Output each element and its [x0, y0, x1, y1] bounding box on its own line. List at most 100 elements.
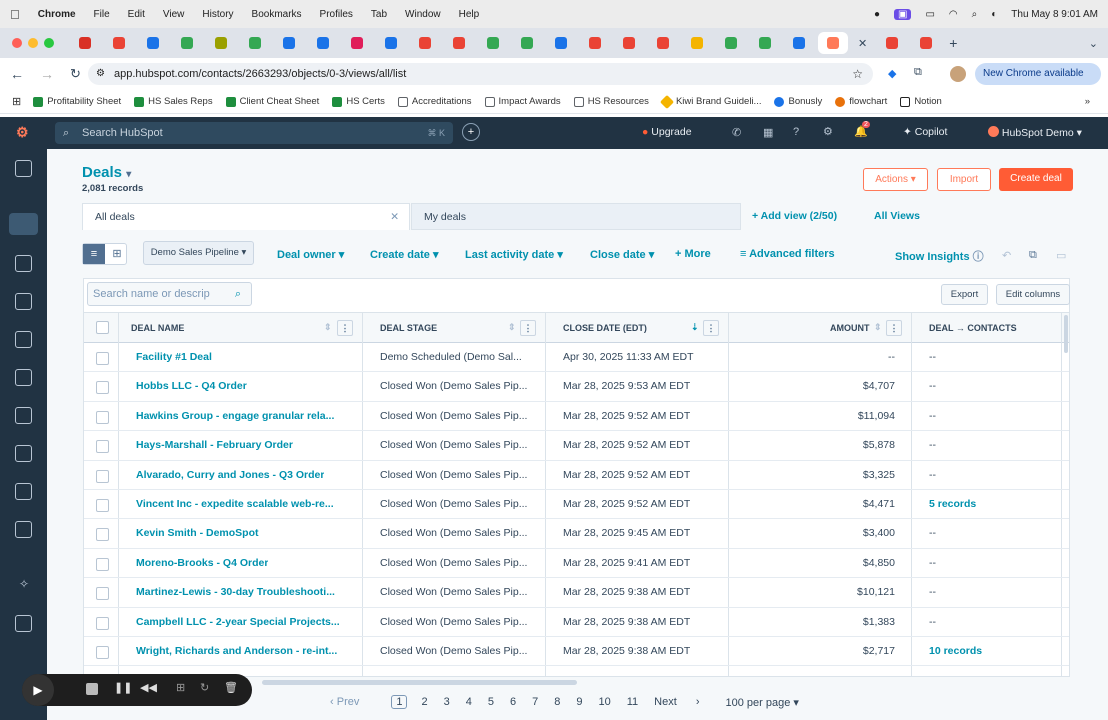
bookmark-star-icon[interactable]: ☆ [852, 63, 863, 85]
browser-tab[interactable] [682, 32, 712, 54]
browser-tab[interactable] [784, 32, 814, 54]
table-row[interactable]: Moreno-Brooks - Q4 Order Closed Won (Demo… [84, 549, 1069, 579]
commerce-icon[interactable] [15, 369, 32, 386]
horizontal-scrollbar[interactable] [262, 680, 577, 685]
sort-icon[interactable]: ⇕ [324, 322, 332, 333]
menu-clock[interactable]: Thu May 8 9:01 AM [1011, 9, 1098, 20]
bookmark-item[interactable]: HS Sales Reps [134, 96, 213, 107]
menu-tab[interactable]: Tab [371, 9, 387, 20]
content-icon[interactable] [15, 293, 32, 310]
menu-bookmarks[interactable]: Bookmarks [252, 9, 302, 20]
contacts-link[interactable]: 10 records [929, 637, 982, 666]
page-8-button[interactable]: 8 [554, 696, 560, 708]
stop-icon[interactable] [86, 683, 98, 695]
back-icon[interactable]: ← [10, 66, 24, 82]
camera-icon[interactable]: ▶ [22, 674, 54, 706]
apps-grid-icon[interactable]: ⊞ [12, 95, 21, 108]
table-row[interactable]: Campbell LLC - 2-year Special Projects..… [84, 608, 1069, 637]
page-3-button[interactable]: 3 [444, 696, 450, 708]
page-7-button[interactable]: 7 [532, 696, 538, 708]
per-page-select[interactable]: 100 per page ▾ [726, 696, 799, 709]
sales-icon[interactable] [15, 331, 32, 348]
address-bar[interactable]: ⚙ app.hubspot.com/contacts/2663293/objec… [88, 63, 873, 85]
page-title[interactable]: Deals ▾ [82, 164, 131, 181]
row-checkbox[interactable] [96, 646, 109, 659]
more-filters-button[interactable]: + More [675, 248, 711, 260]
pause-icon[interactable]: ❚❚ [114, 681, 132, 694]
table-row[interactable]: Facility #1 Deal Demo Scheduled (Demo Sal… [84, 343, 1069, 373]
browser-tab[interactable] [546, 32, 576, 54]
more-bookmarks-icon[interactable]: » [1085, 96, 1090, 107]
close-tab-icon[interactable]: ✕ [390, 204, 399, 231]
phone-icon[interactable]: ✆ [732, 126, 741, 139]
page-4-button[interactable]: 4 [466, 696, 472, 708]
hubspot-logo-icon[interactable]: ⚙ [16, 124, 29, 141]
browser-tab[interactable] [274, 32, 304, 54]
add-icon[interactable]: + [462, 123, 480, 141]
tab-my-deals[interactable]: My deals [411, 203, 741, 230]
undo-icon[interactable]: ↶ [1002, 249, 1011, 262]
column-header-close-date[interactable]: CLOSE DATE (EDT) [563, 313, 647, 343]
select-all-checkbox[interactable] [96, 321, 109, 334]
restart-icon[interactable]: ↻ [200, 681, 209, 694]
deal-name-link[interactable]: Kevin Smith - DemoSpot [136, 519, 259, 548]
list-view-icon[interactable]: ≡ [83, 244, 105, 264]
settings-gear-icon[interactable]: ⚙ [823, 125, 833, 138]
edit-columns-button[interactable]: Edit columns [996, 284, 1070, 305]
copy-view-icon[interactable]: ⧉ [1029, 249, 1037, 262]
browser-tab[interactable] [580, 32, 610, 54]
marketplace-icon[interactable]: ▦ [763, 126, 773, 139]
browser-tab[interactable] [172, 32, 202, 54]
deal-name-link[interactable]: Hobbs LLC - Q4 Order [136, 372, 247, 401]
search-icon[interactable]: ⌕ [972, 9, 978, 20]
table-row[interactable]: Hays-Marshall - February Order Closed Won… [84, 431, 1069, 461]
deal-name-link[interactable]: Facility #1 Deal [136, 343, 212, 372]
data-management-icon[interactable] [15, 445, 32, 462]
bookmark-item[interactable]: Notion [900, 96, 942, 107]
browser-tab[interactable] [104, 32, 134, 54]
row-checkbox[interactable] [96, 440, 109, 454]
browser-tab[interactable] [877, 32, 907, 54]
save-view-icon[interactable]: ▭ [1056, 249, 1066, 262]
board-view-icon[interactable]: ⊞ [107, 244, 127, 264]
sort-descending-icon[interactable]: ⇣ [691, 322, 699, 333]
browser-tab[interactable] [138, 32, 168, 54]
actions-button[interactable]: Actions ▾ [863, 168, 928, 191]
collapse-sidebar-icon[interactable]: ✧ [19, 577, 29, 591]
wifi-icon[interactable]: ◠ [949, 9, 958, 20]
column-header-deal-name[interactable]: DEAL NAME [131, 313, 184, 343]
page-1-button[interactable]: 1 [391, 695, 408, 709]
extension-icon[interactable]: ◆ [888, 67, 896, 80]
contacts-link[interactable]: 5 records [929, 490, 976, 519]
page-11-button[interactable]: 11 [627, 696, 638, 708]
account-menu[interactable]: HubSpot Demo ▾ [988, 126, 1082, 139]
pipeline-select[interactable]: Demo Sales Pipeline ▾ [143, 241, 254, 265]
trash-icon[interactable]: 🗑 [224, 681, 238, 694]
upgrade-button[interactable]: ● Upgrade [642, 126, 692, 138]
row-checkbox[interactable] [96, 616, 109, 630]
bookmark-item[interactable]: Kiwi Brand Guideli... [659, 94, 761, 109]
sort-icon[interactable]: ⇕ [508, 322, 516, 333]
close-window-button[interactable] [12, 38, 22, 48]
browser-tab-active[interactable] [818, 32, 848, 54]
reload-icon[interactable]: ↻ [70, 66, 81, 82]
deal-name-link[interactable]: Hawkins Group - engage granular rela... [136, 402, 334, 431]
bookmarks-icon[interactable] [15, 160, 32, 177]
table-row[interactable]: Martinez-Lewis - 30-day Troubleshooti...… [84, 578, 1069, 608]
column-header-deal-stage[interactable]: DEAL STAGE [380, 313, 437, 343]
row-checkbox[interactable] [96, 528, 109, 542]
copilot-button[interactable]: ✦ Copilot [903, 126, 947, 138]
page-10-button[interactable]: 10 [598, 696, 610, 708]
bookmark-item[interactable]: Client Cheat Sheet [225, 96, 319, 107]
browser-tab[interactable] [206, 32, 236, 54]
row-checkbox[interactable] [96, 469, 109, 483]
browser-tab[interactable] [648, 32, 678, 54]
table-row[interactable]: Vincent Inc - expedite scalable web-re..… [84, 490, 1069, 520]
table-row[interactable]: Hobbs LLC - Q4 Order Closed Won (Demo Sal… [84, 372, 1069, 402]
table-search-input[interactable]: Search name or descrip ⌕ [87, 282, 252, 306]
help-icon[interactable]: ? [793, 126, 799, 138]
extensions-icon[interactable]: ⧉ [914, 66, 922, 79]
menu-profiles[interactable]: Profiles [320, 9, 353, 20]
row-checkbox[interactable] [96, 499, 109, 512]
column-header-contacts[interactable]: DEAL → CONTACTS [929, 313, 1017, 343]
